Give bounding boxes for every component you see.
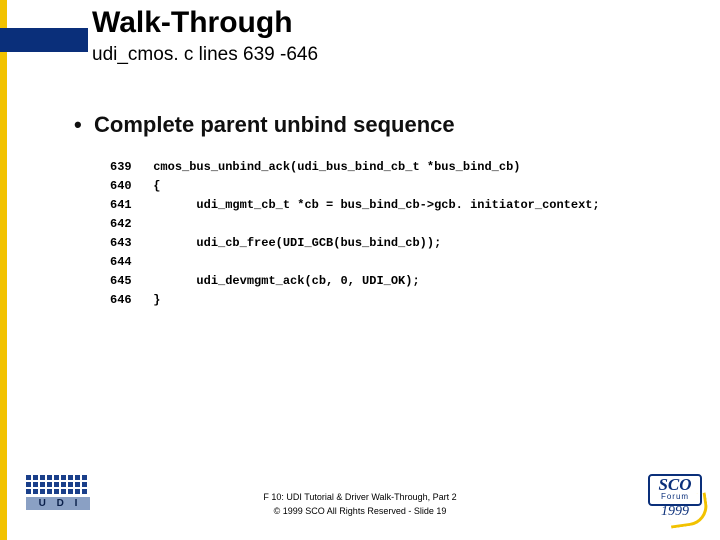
code-line: 645 udi_devmgmt_ack(cb, 0, UDI_OK); [110,274,420,288]
footer-line-2: © 1999 SCO All Rights Reserved - Slide 1… [0,504,720,518]
footer-line-1: F 10: UDI Tutorial & Driver Walk-Through… [0,490,720,504]
slide-title: Walk-Through [92,6,293,40]
sco-logo-swoosh [667,492,710,528]
code-line: 641 udi_mgmt_cb_t *cb = bus_bind_cb->gcb… [110,198,600,212]
accent-strip-left [0,0,7,540]
bullet-marker: • [74,112,94,138]
sco-forum-logo: SCO Forum 1999 [648,474,702,520]
code-line: 646 } [110,293,160,307]
code-line: 639 cmos_bus_unbind_ack(udi_bus_bind_cb_… [110,160,520,174]
slide-subtitle: udi_cmos. c lines 639 -646 [92,44,318,66]
slide-footer: F 10: UDI Tutorial & Driver Walk-Through… [0,490,720,518]
code-line: 642 [110,217,153,231]
bullet-text: Complete parent unbind sequence [94,112,455,137]
code-line: 644 [110,255,153,269]
sco-logo-text: SCO [653,478,697,492]
code-line: 643 udi_cb_free(UDI_GCB(bus_bind_cb)); [110,236,441,250]
code-line: 640 { [110,179,160,193]
bullet-heading: •Complete parent unbind sequence [74,112,455,138]
code-listing: 639 cmos_bus_unbind_ack(udi_bus_bind_cb_… [110,158,600,310]
accent-bar-blue [0,28,88,52]
